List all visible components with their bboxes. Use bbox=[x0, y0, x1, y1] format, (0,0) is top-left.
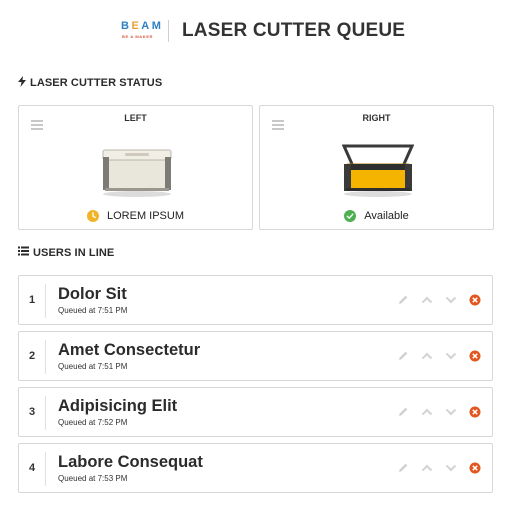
chevron-down-icon[interactable] bbox=[444, 293, 458, 307]
chevron-up-icon[interactable] bbox=[420, 349, 434, 363]
status-section-heading: LASER CUTTER STATUS bbox=[18, 76, 162, 90]
remove-circle-icon[interactable] bbox=[468, 461, 482, 475]
queue-row: 1 Dolor Sit Queued at 7:51 PM bbox=[18, 275, 493, 325]
queue-row: 4 Labore Consequat Queued at 7:53 PM bbox=[18, 443, 493, 493]
pencil-icon[interactable] bbox=[396, 349, 410, 363]
status-heading-text: LASER CUTTER STATUS bbox=[30, 77, 163, 89]
row-actions bbox=[386, 405, 482, 419]
queue-section-heading: USERS IN LINE bbox=[18, 246, 114, 259]
logo-tagline: BE A MAKER bbox=[122, 34, 154, 39]
user-name: Amet Consectetur bbox=[58, 341, 201, 359]
pencil-icon[interactable] bbox=[396, 461, 410, 475]
laser-cutter-closed-image bbox=[101, 144, 173, 200]
pencil-icon[interactable] bbox=[396, 293, 410, 307]
header-divider bbox=[168, 20, 169, 42]
remove-circle-icon[interactable] bbox=[468, 405, 482, 419]
cutter-status-text: Available bbox=[364, 210, 409, 222]
row-divider bbox=[45, 452, 46, 486]
page-header: BEAM BE A MAKER LASER CUTTER QUEUE bbox=[0, 14, 512, 48]
bolt-icon bbox=[18, 76, 26, 90]
chevron-up-icon[interactable] bbox=[420, 293, 434, 307]
user-name: Dolor Sit bbox=[58, 285, 127, 303]
cutter-name: LEFT bbox=[124, 113, 147, 123]
queue-position: 2 bbox=[28, 350, 36, 362]
queued-time: Queued at 7:51 PM bbox=[58, 306, 128, 315]
laser-cutter-open-image bbox=[341, 144, 415, 200]
chevron-down-icon[interactable] bbox=[444, 349, 458, 363]
chevron-down-icon[interactable] bbox=[444, 461, 458, 475]
queue-position: 3 bbox=[28, 406, 36, 418]
user-name: Labore Consequat bbox=[58, 453, 203, 471]
cutter-status: LOREM IPSUM bbox=[19, 210, 252, 222]
cutter-status-text: LOREM IPSUM bbox=[106, 210, 184, 222]
row-actions bbox=[386, 293, 482, 307]
queue-heading-text: USERS IN LINE bbox=[33, 246, 115, 259]
queue-position: 1 bbox=[28, 294, 36, 306]
remove-circle-icon[interactable] bbox=[468, 293, 482, 307]
queue-position: 4 bbox=[28, 462, 36, 474]
row-actions bbox=[386, 461, 482, 475]
chevron-up-icon[interactable] bbox=[420, 405, 434, 419]
user-name: Adipisicing Elit bbox=[58, 397, 178, 415]
queued-time: Queued at 7:53 PM bbox=[58, 474, 128, 483]
cutter-card-right[interactable]: RIGHT Available bbox=[259, 105, 494, 230]
cutter-name: RIGHT bbox=[362, 113, 391, 123]
queue-row: 3 Adipisicing Elit Queued at 7:52 PM bbox=[18, 387, 493, 437]
check-circle-icon bbox=[344, 210, 357, 222]
cutter-card-left[interactable]: LEFT LOREM IPSUM bbox=[18, 105, 253, 230]
queue-row: 2 Amet Consectetur Queued at 7:51 PM bbox=[18, 331, 493, 381]
row-divider bbox=[45, 340, 46, 374]
queued-time: Queued at 7:51 PM bbox=[58, 362, 128, 371]
clock-icon bbox=[86, 210, 99, 222]
logo-wordmark: BEAM bbox=[121, 20, 164, 32]
page-title: LASER CUTTER QUEUE bbox=[182, 20, 406, 41]
list-icon bbox=[18, 246, 29, 259]
queued-time: Queued at 7:52 PM bbox=[58, 418, 128, 427]
chevron-down-icon[interactable] bbox=[444, 405, 458, 419]
remove-circle-icon[interactable] bbox=[468, 349, 482, 363]
chevron-up-icon[interactable] bbox=[420, 461, 434, 475]
pencil-icon[interactable] bbox=[396, 405, 410, 419]
row-actions bbox=[386, 349, 482, 363]
row-divider bbox=[45, 284, 46, 318]
row-divider bbox=[45, 396, 46, 430]
beam-logo[interactable]: BEAM BE A MAKER bbox=[121, 20, 161, 44]
cutter-status: Available bbox=[260, 210, 493, 222]
